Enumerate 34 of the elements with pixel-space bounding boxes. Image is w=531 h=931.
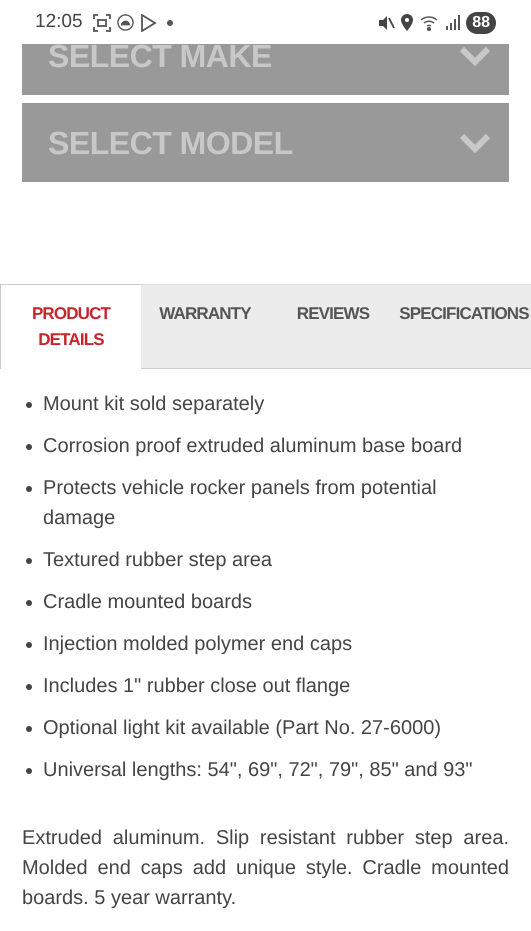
feature-text: Protects vehicle rocker panels from potential damage [43,476,438,531]
feature-text: Universal lengths: 54", 69", 72", 79", 85" and 93" [43,758,473,783]
bullet-icon [26,600,32,606]
app-icon [116,14,134,31]
bullet-icon [26,486,32,492]
bullet-icon [26,402,32,408]
signal-icon [446,15,460,30]
bullet-icon [26,726,32,732]
feature-text: Injection molded polymer end caps [43,632,352,657]
battery-indicator: 88 [466,12,496,34]
feature-text: Optional light kit available (Part No. 27-6000) [43,716,441,741]
description-paragraph: Extruded aluminum. Slip resistant rubber step area. Molded end caps add unique style. Cradle mounted boards. 5 year warranty. [22,826,509,911]
feature-text: Mount kit sold separately [43,392,264,417]
location-icon [401,14,414,31]
play-store-icon [140,14,157,32]
screenshot-icon [92,14,111,32]
bullet-icon [26,642,32,648]
bullet-icon [26,444,32,450]
mute-icon [378,14,396,30]
bullet-icon [26,684,32,690]
tab[interactable]: SPECIFICATIONS [397,284,531,368]
chevron-down-icon [459,46,491,66]
tab[interactable]: REVIEWS [269,284,397,368]
clock: 12:05 [35,10,83,34]
bullet-icon [26,558,32,564]
tab[interactable]: PRODUCT DETAILS [0,284,141,369]
tab[interactable]: WARRANTY [141,284,269,368]
dot-icon [166,20,173,26]
feature-text: Textured rubber step area [43,548,272,573]
chevron-down-icon [459,132,491,152]
feature-text: Cradle mounted boards [43,590,252,615]
bullet-icon [26,768,32,774]
feature-text: Corrosion proof extruded aluminum base board [43,434,462,459]
feature-text: Includes 1" rubber close out flange [43,674,350,699]
